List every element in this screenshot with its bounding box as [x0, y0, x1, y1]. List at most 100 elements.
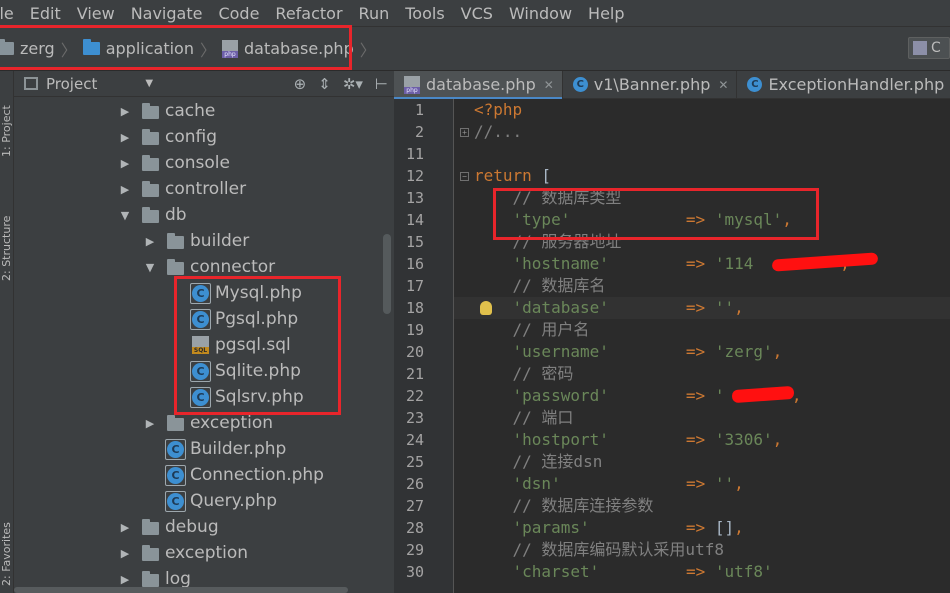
tab-favorites-tool[interactable]: 2: Favorites — [0, 491, 14, 586]
code-token: [ — [531, 166, 552, 185]
class-icon: C — [572, 77, 588, 92]
code-token: // 端口 — [474, 408, 574, 427]
menu-item-vcs[interactable]: VCS — [453, 4, 501, 23]
menu-item-edit[interactable]: Edit — [22, 4, 69, 23]
tree-item[interactable]: C Pgsql.php — [190, 306, 298, 332]
line-number: 25 — [405, 453, 424, 471]
tree-item[interactable]: C Mysql.php — [190, 280, 302, 306]
editor-tab[interactable]: CExceptionHandler.php✕ — [737, 71, 950, 99]
tree-item[interactable]: ▶ config — [118, 124, 217, 150]
fold-expand-icon[interactable]: + — [460, 128, 469, 137]
collapse-all-icon[interactable]: ⇕ — [318, 75, 331, 93]
code-token: // 连接dsn — [474, 452, 603, 471]
tree-item[interactable]: pgsql.sql — [192, 332, 291, 358]
breadcrumb-item[interactable]: application 〉 — [82, 27, 222, 70]
run-config-button[interactable]: C — [908, 37, 950, 59]
tree-item-label: Query.php — [190, 491, 278, 511]
menu-item-window[interactable]: Window — [501, 4, 580, 23]
tree-horizontal-scrollbar[interactable] — [14, 587, 348, 593]
menu-item-view[interactable]: View — [69, 4, 123, 23]
chevron-down-icon[interactable]: ▼ — [143, 261, 157, 274]
chevron-down-icon[interactable]: ▼ — [118, 209, 132, 222]
folder-icon — [142, 102, 159, 119]
code-token: => — [685, 386, 706, 405]
tree-item[interactable]: ▼ db — [118, 202, 187, 228]
tree-item[interactable]: C Query.php — [165, 488, 278, 514]
chevron-right-icon[interactable]: ▶ — [143, 235, 157, 248]
tree-item-label: log — [165, 569, 191, 589]
class-icon: C — [165, 490, 186, 512]
lightbulb-icon[interactable] — [480, 301, 492, 315]
line-number: 12 — [405, 167, 424, 185]
tree-item[interactable]: ▶ debug — [118, 514, 219, 540]
line-number: 26 — [405, 475, 424, 493]
folder-icon — [167, 232, 184, 249]
folder-icon — [0, 39, 14, 55]
menu-item-run[interactable]: Run — [351, 4, 398, 23]
close-icon[interactable]: ✕ — [718, 78, 728, 92]
folder-icon — [142, 206, 159, 223]
locate-icon[interactable]: ⊕ — [294, 75, 307, 93]
hide-panel-icon[interactable]: ⊢ — [375, 75, 388, 93]
tree-item[interactable]: C Sqlite.php — [190, 358, 301, 384]
chevron-right-icon[interactable]: ▶ — [143, 417, 157, 430]
menu-item-ile[interactable]: ile — [0, 4, 22, 23]
close-icon[interactable]: ✕ — [544, 78, 554, 92]
tree-item[interactable]: ▶ controller — [118, 176, 246, 202]
tree-scrollbar[interactable] — [383, 234, 391, 314]
tree-item[interactable]: ▶ cache — [118, 98, 216, 124]
menu-item-code[interactable]: Code — [210, 4, 267, 23]
tree-item[interactable]: C Connection.php — [165, 462, 324, 488]
fold-collapse-icon[interactable]: − — [460, 172, 469, 181]
editor-tab[interactable]: Cv1\Banner.php ✕ — [563, 70, 738, 99]
breadcrumb-label: application — [105, 39, 194, 58]
tree-item[interactable]: ▶ exception — [118, 540, 248, 566]
chevron-right-icon[interactable]: ▶ — [118, 157, 132, 170]
tree-item[interactable]: C Sqlsrv.php — [190, 384, 304, 410]
menu-item-help[interactable]: Help — [580, 4, 632, 23]
code-line: 'hostport' => '3306', — [474, 429, 783, 451]
code-token: => — [685, 342, 706, 361]
code-token: 'params' — [474, 518, 590, 537]
editor-tab[interactable]: database.php ✕ — [394, 70, 563, 100]
tree-item[interactable]: C Builder.php — [165, 436, 286, 462]
tab-project-tool[interactable]: 1: Project — [0, 77, 14, 157]
code-token: //... — [474, 122, 523, 141]
run-config-label: C — [931, 40, 941, 56]
tree-item[interactable]: ▶ builder — [143, 228, 250, 254]
folder-icon — [142, 128, 159, 145]
menu-item-tools[interactable]: Tools — [397, 4, 452, 23]
class-icon: C — [190, 360, 211, 382]
tree-item[interactable]: ▼ connector — [143, 254, 275, 280]
breadcrumb-item[interactable]: database.php 〉 — [222, 27, 382, 70]
chevron-right-icon[interactable]: ▶ — [118, 521, 132, 534]
code-line: // 用户名 — [474, 319, 590, 341]
breadcrumb-separator-icon: 〉 — [359, 40, 376, 60]
code-editor[interactable]: 1 2 11 12 13 14 15 16 17 18 19 20 21 22 23 24 25 26 27 28 29… — [394, 99, 950, 593]
chevron-right-icon[interactable]: ▶ — [118, 131, 132, 144]
breadcrumb-item[interactable]: zerg 〉 — [0, 27, 83, 70]
code-line: 'params' => [], — [474, 517, 744, 539]
project-icon — [24, 77, 38, 90]
tab-structure-tool[interactable]: 2: Structure — [0, 191, 14, 281]
code-token: // 用户名 — [474, 320, 590, 339]
tree-item[interactable]: ▶ exception — [143, 410, 273, 436]
tree-item[interactable]: ▶ console — [118, 150, 230, 176]
class-icon: C — [165, 438, 186, 460]
gear-icon[interactable]: ✲▾ — [343, 75, 363, 93]
code-token: // 服务器地址 — [474, 232, 622, 251]
chevron-right-icon[interactable]: ▶ — [118, 573, 132, 586]
menu-item-refactor[interactable]: Refactor — [267, 4, 350, 23]
code-token: 'hostport' — [474, 430, 609, 449]
chevron-right-icon[interactable]: ▶ — [118, 183, 132, 196]
code-token: 'type' — [474, 210, 571, 229]
project-view-selector[interactable]: Project ▼ — [24, 75, 153, 93]
code-token: <?php — [474, 100, 523, 119]
menu-item-navigate[interactable]: Navigate — [123, 4, 211, 23]
chevron-right-icon[interactable]: ▶ — [118, 105, 132, 118]
code-token: 'hostname' — [474, 254, 609, 273]
tree-item-label: console — [165, 153, 230, 173]
chevron-right-icon[interactable]: ▶ — [118, 547, 132, 560]
